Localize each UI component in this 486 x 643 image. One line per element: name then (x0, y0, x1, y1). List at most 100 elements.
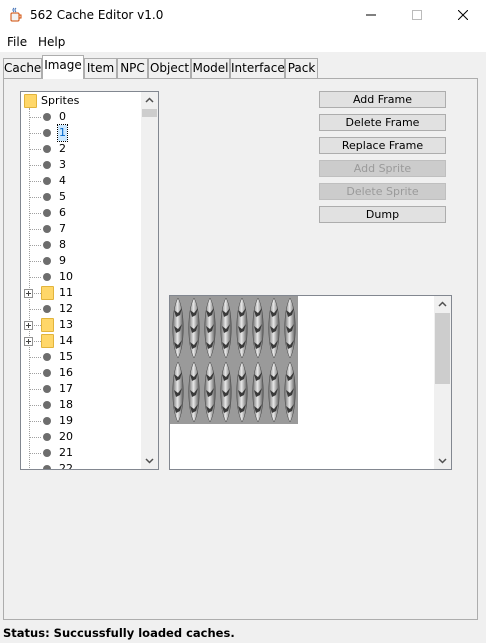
java-cup-icon (10, 7, 22, 22)
tree-guide-line (29, 133, 41, 134)
tree-item[interactable]: 19 (21, 413, 143, 429)
tree-item[interactable]: 9 (21, 253, 143, 269)
tree-guide-line (29, 437, 41, 438)
tree-guide-line (29, 405, 41, 406)
tree-vertical-scrollbar[interactable] (141, 92, 158, 469)
expand-icon[interactable] (24, 289, 33, 298)
client-area: Cache Image Item NPC Object Model Interf… (0, 52, 486, 624)
tree-guide-line (29, 213, 41, 214)
tree-item[interactable]: 17 (21, 381, 143, 397)
tree-item[interactable]: 20 (21, 429, 143, 445)
tree-item[interactable]: 1 (21, 124, 143, 142)
folder-icon (41, 286, 54, 300)
scroll-up-icon[interactable] (434, 296, 451, 313)
tab-npc[interactable]: NPC (117, 58, 148, 78)
tree-item[interactable]: 7 (21, 221, 143, 237)
leaf-node-icon (43, 209, 51, 217)
tree-item[interactable]: 5 (21, 189, 143, 205)
menu-file[interactable]: File (7, 35, 27, 49)
tree-item-label: 5 (59, 190, 66, 203)
tree-item-label: 8 (59, 238, 66, 251)
tree-item[interactable]: 6 (21, 205, 143, 221)
tab-interface[interactable]: Interface (230, 58, 285, 78)
tree-item-label: 0 (59, 110, 66, 123)
menu-help[interactable]: Help (38, 35, 65, 49)
minimize-icon (366, 14, 376, 16)
tree-guide-line (29, 245, 41, 246)
leaf-node-icon (43, 465, 51, 469)
maximize-button[interactable] (394, 0, 440, 31)
minimize-button[interactable] (348, 0, 394, 31)
leaf-node-icon (43, 129, 51, 137)
tree-item[interactable]: 10 (21, 269, 143, 285)
add-sprite-button[interactable]: Add Sprite (319, 160, 446, 177)
tree-item-label: 12 (59, 302, 73, 315)
tree-item-label: 10 (59, 270, 73, 283)
status-text: Status: Succussfully loaded caches. (3, 626, 235, 640)
tab-strip: Cache Image Item NPC Object Model Interf… (0, 55, 486, 79)
tree-guide-line (29, 261, 41, 262)
tree-item[interactable]: 21 (21, 445, 143, 461)
sprite-image (170, 296, 298, 424)
leaf-node-icon (43, 177, 51, 185)
menu-bar: File Help (0, 31, 486, 52)
tree-guide-line (29, 165, 41, 166)
scroll-up-icon[interactable] (141, 92, 158, 109)
tree-guide-line (29, 453, 41, 454)
scroll-down-icon[interactable] (141, 452, 158, 469)
tree-item[interactable]: 0 (21, 109, 143, 125)
tree-item[interactable]: 2 (21, 141, 143, 157)
tree-item-label: 14 (59, 334, 73, 347)
tab-cache[interactable]: Cache (3, 58, 42, 78)
tree-item[interactable]: 15 (21, 349, 143, 365)
leaf-node-icon (43, 401, 51, 409)
leaf-node-icon (43, 449, 51, 457)
status-bar: Status: Succussfully loaded caches. (0, 624, 486, 643)
leaf-node-icon (43, 241, 51, 249)
tree-item-label: 7 (59, 222, 66, 235)
tree-item[interactable]: 3 (21, 157, 143, 173)
leaf-node-icon (43, 369, 51, 377)
tab-object[interactable]: Object (148, 58, 191, 78)
scroll-down-icon[interactable] (434, 452, 451, 469)
leaf-node-icon (43, 145, 51, 153)
tree-scroll-thumb[interactable] (142, 109, 157, 117)
title-bar: 562 Cache Editor v1.0 (0, 0, 486, 31)
close-button[interactable] (440, 0, 486, 31)
tree-item[interactable]: 14 (21, 333, 143, 349)
tree-item[interactable]: 16 (21, 365, 143, 381)
leaf-node-icon (43, 305, 51, 313)
tree-item[interactable]: 8 (21, 237, 143, 253)
delete-sprite-button[interactable]: Delete Sprite (319, 183, 446, 200)
tree-item[interactable]: 11 (21, 285, 143, 301)
expand-icon[interactable] (24, 321, 33, 330)
tree-guide-line (29, 117, 41, 118)
tab-pack[interactable]: Pack (285, 58, 318, 78)
replace-frame-button[interactable]: Replace Frame (319, 137, 446, 154)
tab-item[interactable]: Item (84, 58, 117, 78)
tree-root-sprites[interactable]: Sprites (21, 93, 143, 109)
tree-item[interactable]: 22 (21, 461, 143, 469)
preview-scroll-thumb[interactable] (435, 313, 450, 384)
tree-item-label: 9 (59, 254, 66, 267)
add-frame-button[interactable]: Add Frame (319, 91, 446, 108)
maximize-icon (412, 10, 422, 20)
tree-item-label: 11 (59, 286, 73, 299)
tab-model[interactable]: Model (191, 58, 230, 78)
expand-icon[interactable] (24, 337, 33, 346)
tree-item[interactable]: 18 (21, 397, 143, 413)
delete-frame-button[interactable]: Delete Frame (319, 114, 446, 131)
tree-item-label: 3 (59, 158, 66, 171)
tree-item-label: 18 (59, 398, 73, 411)
dump-button[interactable]: Dump (319, 206, 446, 223)
leaf-node-icon (43, 417, 51, 425)
tree-item[interactable]: 12 (21, 301, 143, 317)
tree-item[interactable]: 4 (21, 173, 143, 189)
preview-vertical-scrollbar[interactable] (434, 296, 451, 469)
tree-item-label: 16 (59, 366, 73, 379)
tree-item-label: 2 (59, 142, 66, 155)
sprite-tree[interactable]: Sprites 0 1 2 3 4 5 6 7 8 9 10 11 12 13 14 15 16 17 18 19 20… (20, 91, 159, 470)
tree-item[interactable]: 13 (21, 317, 143, 333)
tab-image[interactable]: Image (42, 55, 84, 79)
tree-guide-line (29, 309, 41, 310)
